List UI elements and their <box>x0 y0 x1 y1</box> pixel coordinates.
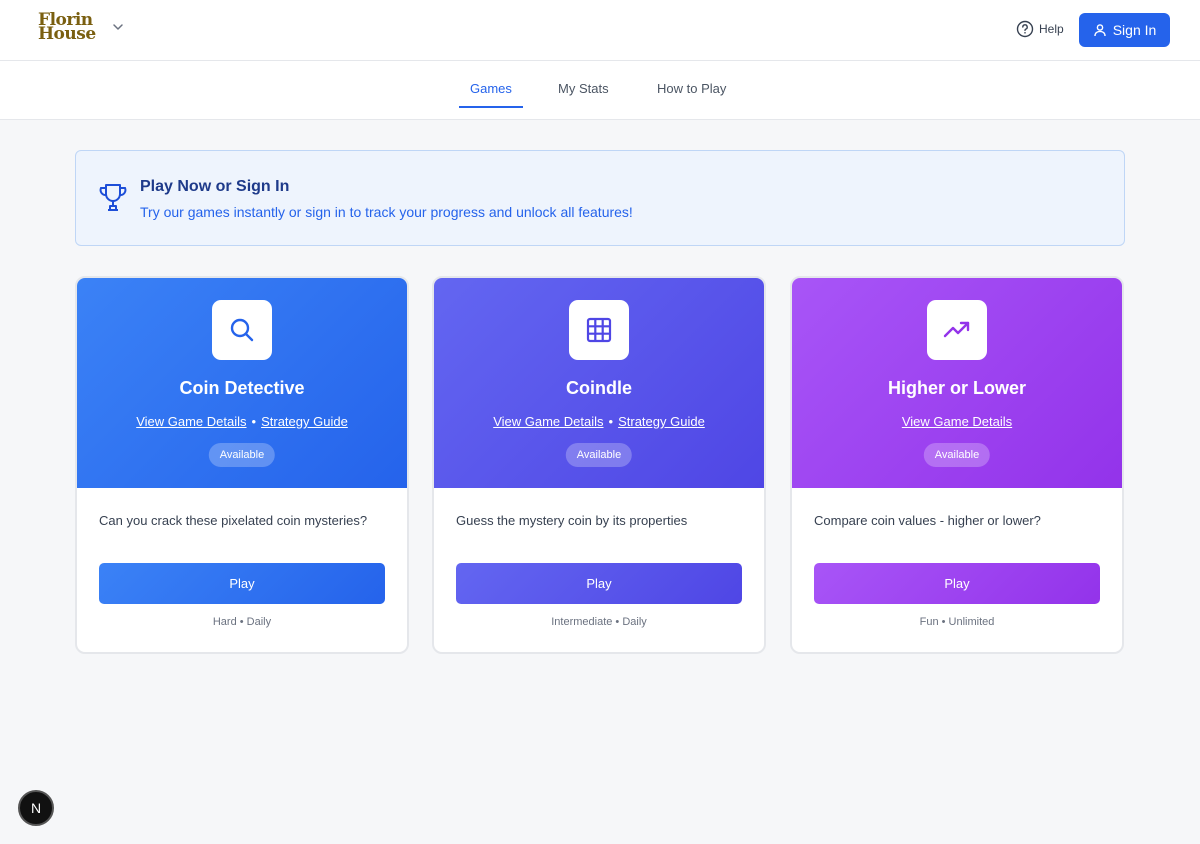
dev-tools-badge[interactable]: N <box>18 790 54 826</box>
card-title: Coin Detective <box>179 378 305 398</box>
chevron-down-icon <box>113 24 123 30</box>
card-title: Coindle <box>566 378 632 398</box>
card-links: View Game Details • Strategy Guide <box>434 414 764 429</box>
card-title: Higher or Lower <box>887 378 1026 398</box>
link-separator: • <box>251 414 257 429</box>
banner-title: Play Now or Sign In <box>140 178 290 195</box>
tab-bar: Games My Stats How to Play <box>0 61 1200 120</box>
info-banner: Play Now or Sign In Try our games instan… <box>75 150 1125 246</box>
card-icon-tile <box>569 300 629 360</box>
card-header: Higher or Lower View Game Details Availa… <box>792 278 1122 488</box>
card-header: Coin Detective View Game Details • Strateg… <box>77 278 407 488</box>
trending-up-icon <box>943 321 970 338</box>
card-description: Can you crack these pixelated coin myste… <box>99 513 368 528</box>
game-card-higher-or-lower: Higher or Lower View Game Details Availa… <box>790 276 1124 654</box>
logo-line-2: House <box>38 24 96 44</box>
strategy-guide-link[interactable]: Strategy Guide <box>261 414 348 429</box>
card-links: View Game Details • Strategy Guide <box>77 414 407 429</box>
sign-in-label: Sign In <box>1112 22 1157 38</box>
logo: Florin House <box>38 12 102 44</box>
card-meta: Hard • Daily <box>212 616 272 628</box>
help-label: Help <box>1039 22 1064 36</box>
strategy-guide-link[interactable]: Strategy Guide <box>618 414 705 429</box>
banner-text: Try our games instantly or sign in to tr… <box>140 204 633 220</box>
game-card-coin-detective: Coin Detective View Game Details • Strateg… <box>75 276 409 654</box>
play-button[interactable]: Play <box>456 563 742 604</box>
grid-icon <box>586 317 612 343</box>
top-header: Florin House Help Sign In <box>0 0 1200 61</box>
card-icon-tile <box>927 300 987 360</box>
card-icon-tile <box>212 300 272 360</box>
tab-my-stats[interactable]: My Stats <box>558 81 609 106</box>
card-header: Coindle View Game Details • Strategy Guide… <box>434 278 764 488</box>
card-meta: Fun • Unlimited <box>919 616 995 628</box>
view-game-details-link[interactable]: View Game Details <box>136 414 246 429</box>
card-description: Guess the mystery coin by its properties <box>456 513 688 528</box>
card-links: View Game Details <box>792 414 1122 429</box>
help-circle-icon <box>1016 20 1034 38</box>
status-badge: Available <box>923 443 991 467</box>
view-game-details-link[interactable]: View Game Details <box>902 414 1012 429</box>
logo-menu[interactable]: Florin House <box>38 12 124 44</box>
user-icon <box>1094 24 1106 37</box>
tab-how-to-play[interactable]: How to Play <box>657 81 726 106</box>
card-description: Compare coin values - higher or lower? <box>814 513 1041 528</box>
play-button[interactable]: Play <box>814 563 1100 604</box>
play-button[interactable]: Play <box>99 563 385 604</box>
view-game-details-link[interactable]: View Game Details <box>493 414 603 429</box>
sign-in-button[interactable]: Sign In <box>1079 13 1170 47</box>
trophy-icon <box>99 184 127 211</box>
link-separator: • <box>608 414 614 429</box>
card-meta: Intermediate • Daily <box>551 616 647 628</box>
status-badge: Available <box>565 443 633 467</box>
status-badge: Available <box>208 443 276 467</box>
tab-games[interactable]: Games <box>459 81 523 108</box>
search-icon <box>230 318 254 342</box>
help-button[interactable]: Help <box>1016 20 1064 38</box>
game-card-coindle: Coindle View Game Details • Strategy Guide… <box>432 276 766 654</box>
